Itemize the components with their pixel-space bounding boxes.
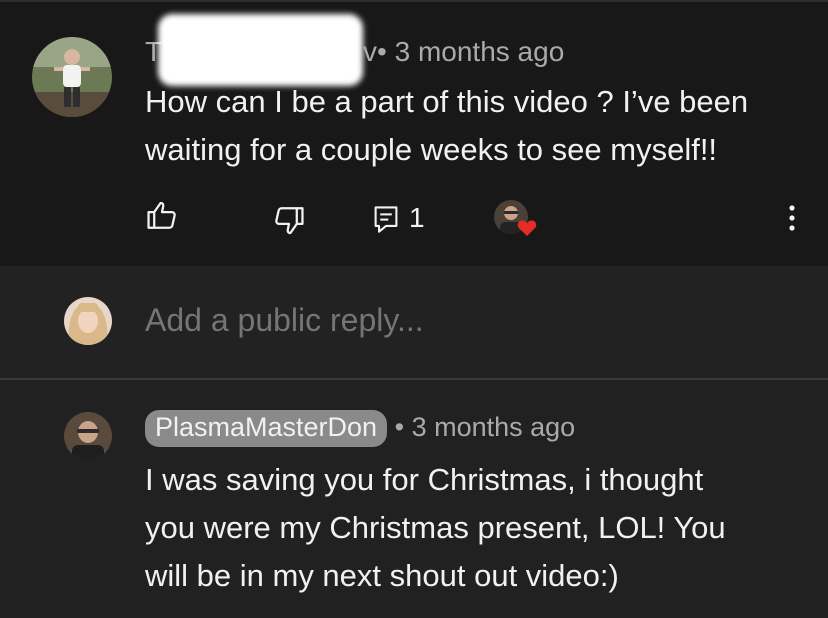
more-vertical-icon	[789, 205, 795, 231]
meta-separator: •	[394, 412, 405, 442]
reply-comment: PlasmaMasterDon • 3 months ago I was sav…	[0, 380, 828, 618]
channel-owner-badge[interactable]: PlasmaMasterDon	[145, 410, 388, 447]
comment-time: 3 months ago	[394, 36, 565, 67]
comments-screen: T v • 3 months ago How can I be a part o…	[0, 0, 828, 618]
comment-text: I was saving you for Christmas, i though…	[145, 456, 726, 600]
reply-input[interactable]	[145, 302, 745, 339]
reply-icon	[374, 206, 398, 233]
author-name-redacted	[158, 14, 363, 86]
comment-thread: T v • 3 months ago How can I be a part o…	[0, 0, 828, 266]
divider	[0, 0, 828, 2]
replier-avatar[interactable]	[64, 412, 112, 460]
comment-text-line: How can I be a part of this video ? I’ve…	[145, 84, 749, 119]
add-reply-row	[0, 266, 828, 378]
comment-text: How can I be a part of this video ? I’ve…	[145, 78, 748, 174]
thumbs-up-icon	[147, 201, 176, 229]
comment-meta: • 3 months ago	[377, 36, 564, 68]
commenter-avatar[interactable]	[32, 37, 112, 117]
thumbs-down-icon	[275, 207, 304, 235]
like-button[interactable]	[145, 198, 179, 237]
comment-text-line: you were my Christmas present, LOL! You	[145, 510, 726, 545]
author-name-fragment: v	[363, 36, 377, 67]
reply-button[interactable]	[372, 204, 400, 239]
user-avatar	[64, 297, 112, 345]
reply-meta: PlasmaMasterDon • 3 months ago	[145, 410, 575, 447]
dislike-button[interactable]	[272, 204, 306, 243]
reply-count[interactable]: 1	[409, 202, 425, 234]
meta-separator: •	[377, 36, 387, 67]
comment-text-line: waiting for a couple weeks to see myself…	[145, 132, 718, 167]
creator-heart-badge	[494, 200, 540, 240]
more-options-button[interactable]	[786, 203, 798, 238]
comment-time: 3 months ago	[411, 412, 576, 442]
comment-text-line: I was saving you for Christmas, i though…	[145, 462, 704, 497]
creator-heart-icon	[517, 220, 537, 236]
comment-text-line: will be in my next shout out video:)	[145, 558, 619, 593]
